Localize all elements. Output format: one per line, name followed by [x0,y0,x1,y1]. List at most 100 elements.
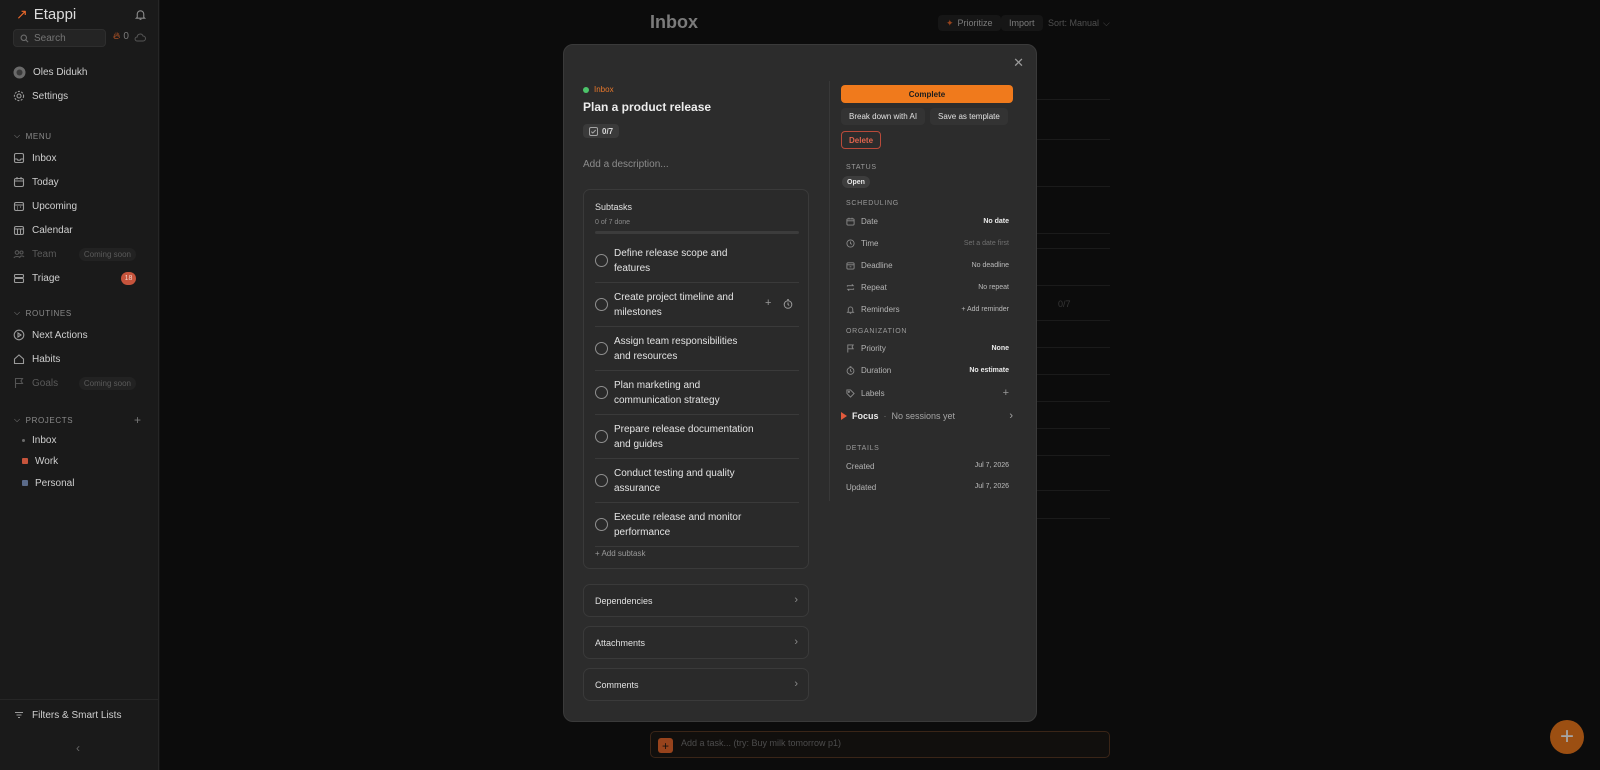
breadcrumb[interactable]: Inbox [583,85,614,94]
subtask-checkbox[interactable] [595,298,608,311]
dependencies-label: Dependencies [595,596,653,606]
search-icon [20,34,29,43]
date-row[interactable]: Date No date [846,214,1009,228]
chevron-down-icon: ⌵ [14,308,21,317]
comments-section[interactable]: Comments › [583,668,809,701]
date-label: Date [861,216,878,226]
team-icon [13,250,25,259]
chevron-down-icon: ⌵ [14,131,21,140]
subtask-checkbox[interactable] [595,386,608,399]
sidebar-item-calendar[interactable]: Calendar [13,220,149,240]
subtask-title: Plan marketing and communication strateg… [614,380,720,406]
add-label-icon[interactable]: + [1003,387,1009,399]
focus-section[interactable]: Focus · No sessions yet › [841,409,1013,423]
subtask-title: Define release scope and features [614,248,728,274]
task-detail-modal: ✕ Inbox Plan a product release 0/7 Add a… [563,44,1037,722]
chevron-right-icon: › [1009,410,1013,422]
subtask-item[interactable]: Plan marketing and communication strateg… [595,371,799,415]
sidebar-item-upcoming[interactable]: Upcoming [13,196,149,216]
bell-icon [846,306,855,314]
subtask-checkbox[interactable] [595,342,608,355]
subtask-item[interactable]: Prepare release documentation and guides [595,415,799,459]
break-down-ai-button[interactable]: Break down with AI [841,108,926,125]
duration-row[interactable]: Duration No estimate [846,363,1009,377]
subtask-item[interactable]: Conduct testing and quality assurance [595,459,799,503]
complete-button[interactable]: Complete [841,85,1013,103]
subtask-checkbox[interactable] [595,474,608,487]
project-item-personal[interactable]: Personal [22,473,158,493]
collapse-sidebar-icon[interactable]: ‹ [76,741,80,755]
updated-label: Updated [846,483,877,492]
sidebar: ↗ Etappi 🔥︎ 0 Oles Didukh Settings ⌵ MEN… [0,0,159,770]
reminders-row[interactable]: Reminders + Add reminder [846,302,1009,316]
created-label: Created [846,462,875,471]
sidebar-item-label: Today [32,176,59,188]
subtask-checkbox[interactable] [595,430,608,443]
menu-heading: MENU [25,131,52,141]
sidebar-item-today[interactable]: Today [13,172,149,192]
sidebar-item-habits[interactable]: Habits [13,349,149,369]
repeat-row[interactable]: Repeat No repeat [846,280,1009,294]
project-item-inbox[interactable]: Inbox [22,430,158,450]
project-item-work[interactable]: Work [22,451,158,471]
subtask-checkbox[interactable] [595,254,608,267]
subtask-item[interactable]: Assign team responsibilities and resourc… [595,327,799,371]
subtasks-heading: Subtasks [595,202,633,212]
subtask-item[interactable]: Define release scope and features [595,239,799,283]
delete-button[interactable]: Delete [841,131,882,149]
inbox-status-dot [583,86,589,93]
deadline-row[interactable]: Deadline No deadline [846,258,1009,272]
add-subtask-button[interactable]: + Add subtask [595,549,645,558]
status-badge[interactable]: Open [842,176,870,188]
user-profile[interactable]: Oles Didukh [13,62,149,82]
attachments-section[interactable]: Attachments › [583,626,809,659]
task-title[interactable]: Plan a product release [583,100,711,114]
cloud-sync-icon[interactable] [134,33,146,42]
add-icon[interactable]: + [765,297,771,309]
sidebar-item-inbox[interactable]: Inbox [13,148,149,168]
coming-soon-badge: Coming soon [78,376,136,390]
routines-section-toggle[interactable]: ⌵ ROUTINES [14,308,72,318]
subtask-item[interactable]: Execute release and monitor performance [595,503,799,547]
sidebar-item-filters[interactable]: Filters & Smart Lists [13,705,149,725]
sidebar-item-label: Inbox [32,152,57,164]
time-row[interactable]: Time Set a date first [846,236,1009,250]
timer-icon[interactable] [783,299,793,309]
chevron-down-icon: ⌵ [14,415,21,424]
close-icon[interactable]: ✕ [1013,55,1024,71]
subtask-counter-chip[interactable]: 0/7 [583,124,620,138]
triage-icon [13,273,25,284]
duration-value: No estimate [969,366,1009,374]
sidebar-item-next-actions[interactable]: Next Actions [13,325,149,345]
clock-icon [846,238,855,248]
sidebar-item-triage[interactable]: Triage 18 [13,268,149,288]
flag-icon [14,377,24,388]
sidebar-item-label: Triage [32,272,60,284]
sidebar-item-label: Calendar [32,224,73,236]
project-color-dot [22,458,28,464]
dependencies-section[interactable]: Dependencies › [583,584,809,617]
brand[interactable]: ↗ Etappi [16,6,76,23]
project-color-dot [22,480,28,486]
sidebar-item-goals[interactable]: Goals Coming soon [13,373,149,393]
description-field[interactable]: Add a description... [583,159,669,170]
search-box[interactable] [13,29,106,47]
save-template-button[interactable]: Save as template [930,108,1008,125]
subtask-checkbox[interactable] [595,518,608,531]
sidebar-item-settings[interactable]: Settings [13,86,149,106]
subtask-item[interactable]: Create project timeline and milestones + [595,283,799,327]
add-project-icon[interactable]: + [134,413,141,427]
sidebar-item-team[interactable]: Team Coming soon [13,244,149,264]
play-icon [841,412,847,420]
add-reminder-link[interactable]: + Add reminder [961,306,1009,313]
sidebar-item-label: Habits [32,353,61,365]
bell-icon[interactable] [134,8,147,21]
menu-section-toggle[interactable]: ⌵ MENU [14,131,52,141]
labels-row[interactable]: Labels + [846,386,1009,400]
checkbox-icon [589,126,598,136]
focus-separator: · [883,411,887,421]
search-input[interactable] [34,32,102,45]
priority-row[interactable]: Priority None [846,341,1009,355]
streak-counter[interactable]: 🔥︎ 0 [113,31,129,42]
projects-section-toggle[interactable]: ⌵ PROJECTS [14,415,73,425]
